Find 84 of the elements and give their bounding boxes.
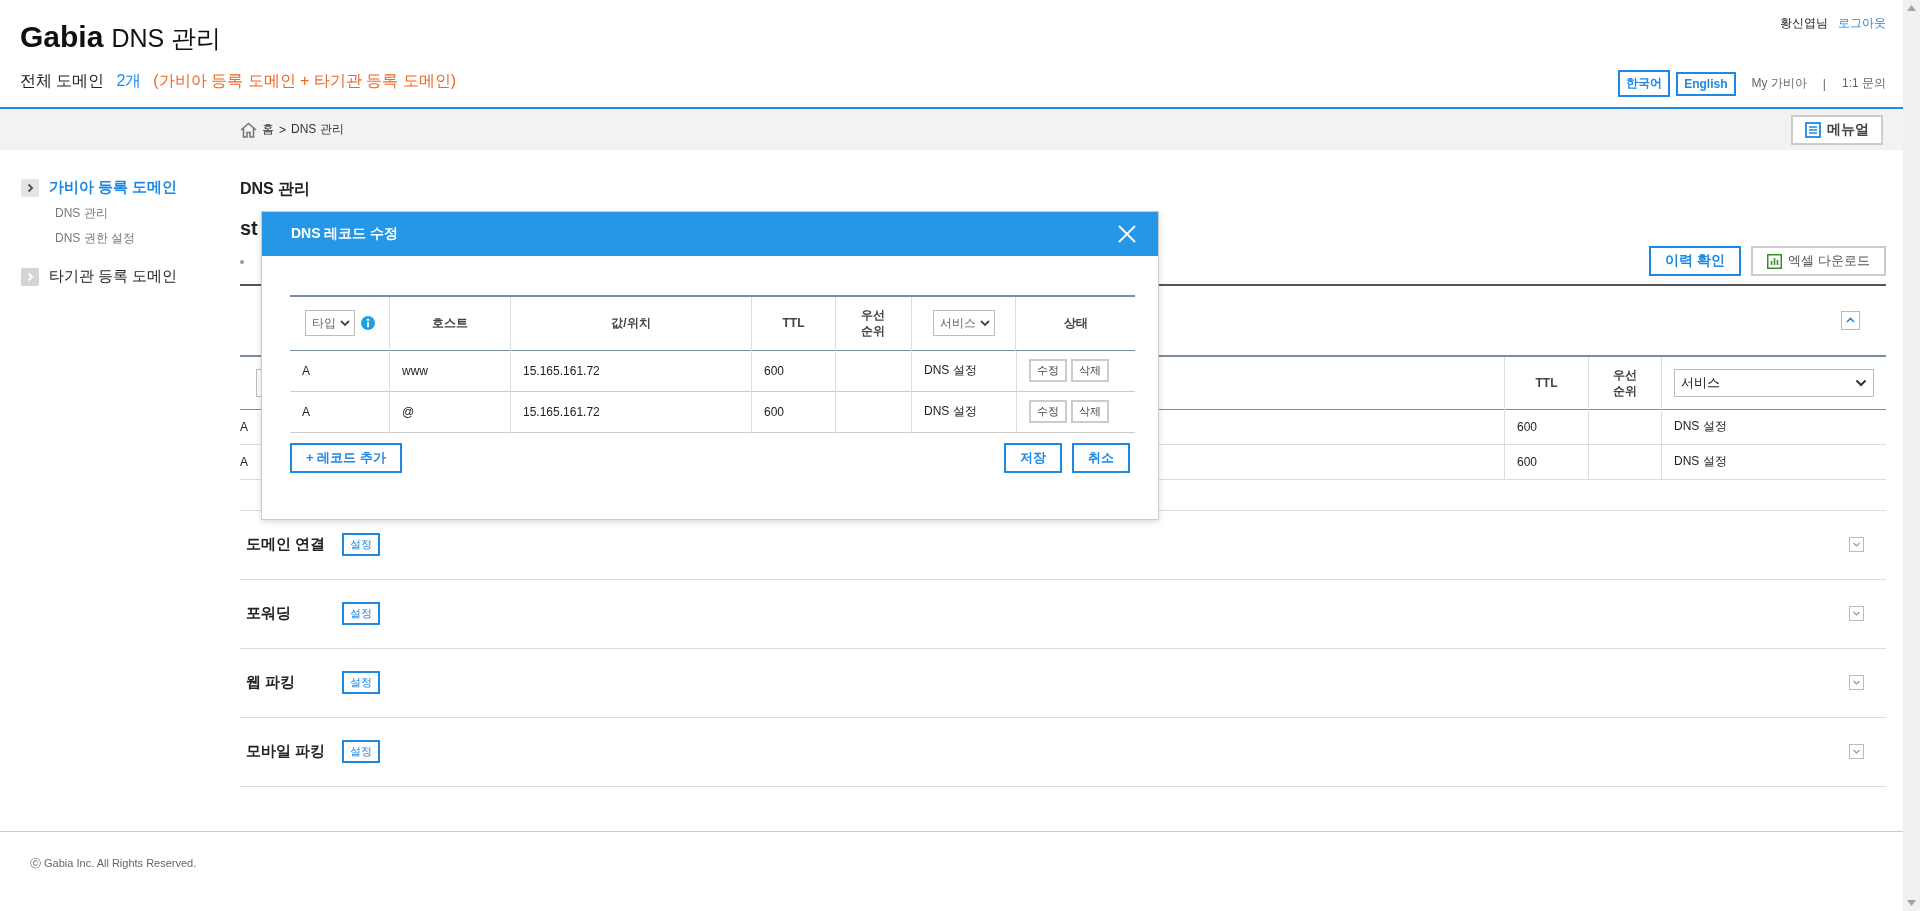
column-header: 상태 xyxy=(1063,315,1088,332)
add-record-button[interactable]: + 레코드 추가 xyxy=(290,442,402,473)
table-cell: 600 xyxy=(1517,454,1538,469)
table-cell: A xyxy=(240,454,248,469)
bullet-icon xyxy=(240,260,244,264)
breadcrumb-separator: > xyxy=(279,122,286,137)
column-header: 우선 순위 xyxy=(860,307,887,340)
row-action-button[interactable]: 삭제 xyxy=(1070,359,1109,382)
table-cell: 600 xyxy=(1517,419,1538,434)
expand-icon[interactable] xyxy=(1849,744,1864,759)
info-icon[interactable] xyxy=(360,316,375,331)
home-icon[interactable] xyxy=(240,121,257,138)
action-button[interactable]: 이력 확인 xyxy=(1649,246,1742,276)
column-header: TTL xyxy=(782,315,805,332)
close-icon[interactable] xyxy=(1118,225,1136,243)
scrollbar[interactable] xyxy=(1903,0,1920,911)
section-title: 모바일 파킹 xyxy=(246,742,327,761)
page-heading: DNS 관리 xyxy=(240,179,312,199)
sidebar-item[interactable]: 타기관 등록 도메인 xyxy=(49,267,178,286)
settings-button[interactable]: 설정 xyxy=(342,533,380,556)
logout-link[interactable]: 로그아웃 xyxy=(1838,15,1886,32)
column-header: 호스트 xyxy=(432,315,468,332)
column-header: 값/위치 xyxy=(611,315,651,332)
table-cell: 15.165.161.72 xyxy=(523,404,600,419)
save-button[interactable]: 저장 xyxy=(1004,442,1062,473)
header-link[interactable]: My 가비아 xyxy=(1751,75,1807,92)
expand-icon[interactable] xyxy=(1849,606,1864,621)
action-button[interactable]: 엑셀 다운로드 xyxy=(1751,246,1886,276)
product-title: DNS 관리 xyxy=(111,23,222,54)
collapse-icon[interactable] xyxy=(1841,311,1860,330)
table-cell: 15.165.161.72 xyxy=(523,363,600,378)
domain-name: st xyxy=(240,217,258,240)
row-action-button[interactable]: 수정 xyxy=(1028,359,1067,382)
scroll-down-icon[interactable] xyxy=(1907,900,1916,906)
language-button[interactable]: English xyxy=(1676,71,1736,96)
chevron-down-icon xyxy=(979,319,990,327)
table-cell: 600 xyxy=(764,363,785,378)
table-cell: DNS 설정 xyxy=(1674,419,1727,433)
domain-count: 2개 xyxy=(116,71,142,91)
table-cell: DNS 설정 xyxy=(1674,454,1727,468)
settings-button[interactable]: 설정 xyxy=(342,602,380,625)
table-cell: www xyxy=(402,363,428,378)
link-separator: | xyxy=(1822,76,1826,91)
table-cell: A xyxy=(302,404,310,419)
section-title: 도메인 연결 xyxy=(246,535,327,554)
breadcrumb-current: DNS 관리 xyxy=(291,121,344,138)
summary-label: 전체 도메인 xyxy=(20,71,105,91)
cancel-button[interactable]: 취소 xyxy=(1072,442,1130,473)
table-cell: DNS 설정 xyxy=(924,404,977,418)
column-header: TTL xyxy=(1535,374,1558,391)
row-action-button[interactable]: 삭제 xyxy=(1070,400,1109,423)
sidebar-item[interactable]: 가비아 등록 도메인 xyxy=(49,178,178,197)
user-name: 황신엽님 xyxy=(1780,15,1828,32)
language-button[interactable]: 한국어 xyxy=(1618,70,1671,97)
expand-icon[interactable] xyxy=(1849,537,1864,552)
chart-icon xyxy=(1767,253,1783,269)
summary-note: (가비아 등록 도메인 + 타기관 등록 도메인) xyxy=(153,71,457,91)
header-link[interactable]: 1:1 문의 xyxy=(1842,75,1886,92)
sidebar-subitem[interactable]: DNS 권한 설정 xyxy=(55,230,240,247)
row-action-button[interactable]: 수정 xyxy=(1028,400,1067,423)
table-cell: 600 xyxy=(764,404,785,419)
table-cell: DNS 설정 xyxy=(924,363,977,377)
column-header: 우선 순위 xyxy=(1612,366,1638,399)
column-select[interactable]: 타입 xyxy=(304,310,355,337)
chevron-down-icon xyxy=(339,319,350,327)
logo[interactable]: Gabia xyxy=(20,20,104,54)
chevron-down-icon xyxy=(1855,378,1867,387)
section-title: 포워딩 xyxy=(246,604,292,623)
scroll-up-icon[interactable] xyxy=(1907,5,1916,11)
settings-button[interactable]: 설정 xyxy=(342,671,380,694)
manual-button[interactable]: 메뉴얼 xyxy=(1791,114,1883,145)
document-icon xyxy=(1805,121,1821,138)
table-cell: A xyxy=(240,419,248,434)
table-cell: A xyxy=(302,363,310,378)
expand-icon[interactable] xyxy=(1849,675,1864,690)
breadcrumb-link[interactable]: 홈 xyxy=(262,121,274,138)
column-select[interactable]: 서비스 xyxy=(932,310,995,337)
sidebar-subitem[interactable]: DNS 관리 xyxy=(55,205,240,222)
section-title: 웹 파킹 xyxy=(246,673,297,692)
copyright: ⓒ Gabia Inc. All Rights Reserved. xyxy=(30,857,197,869)
settings-button[interactable]: 설정 xyxy=(342,740,380,763)
service-select[interactable]: 서비스 xyxy=(1674,368,1874,397)
table-cell: @ xyxy=(402,404,415,419)
dialog-title: DNS 레코드 수정 xyxy=(291,225,399,243)
